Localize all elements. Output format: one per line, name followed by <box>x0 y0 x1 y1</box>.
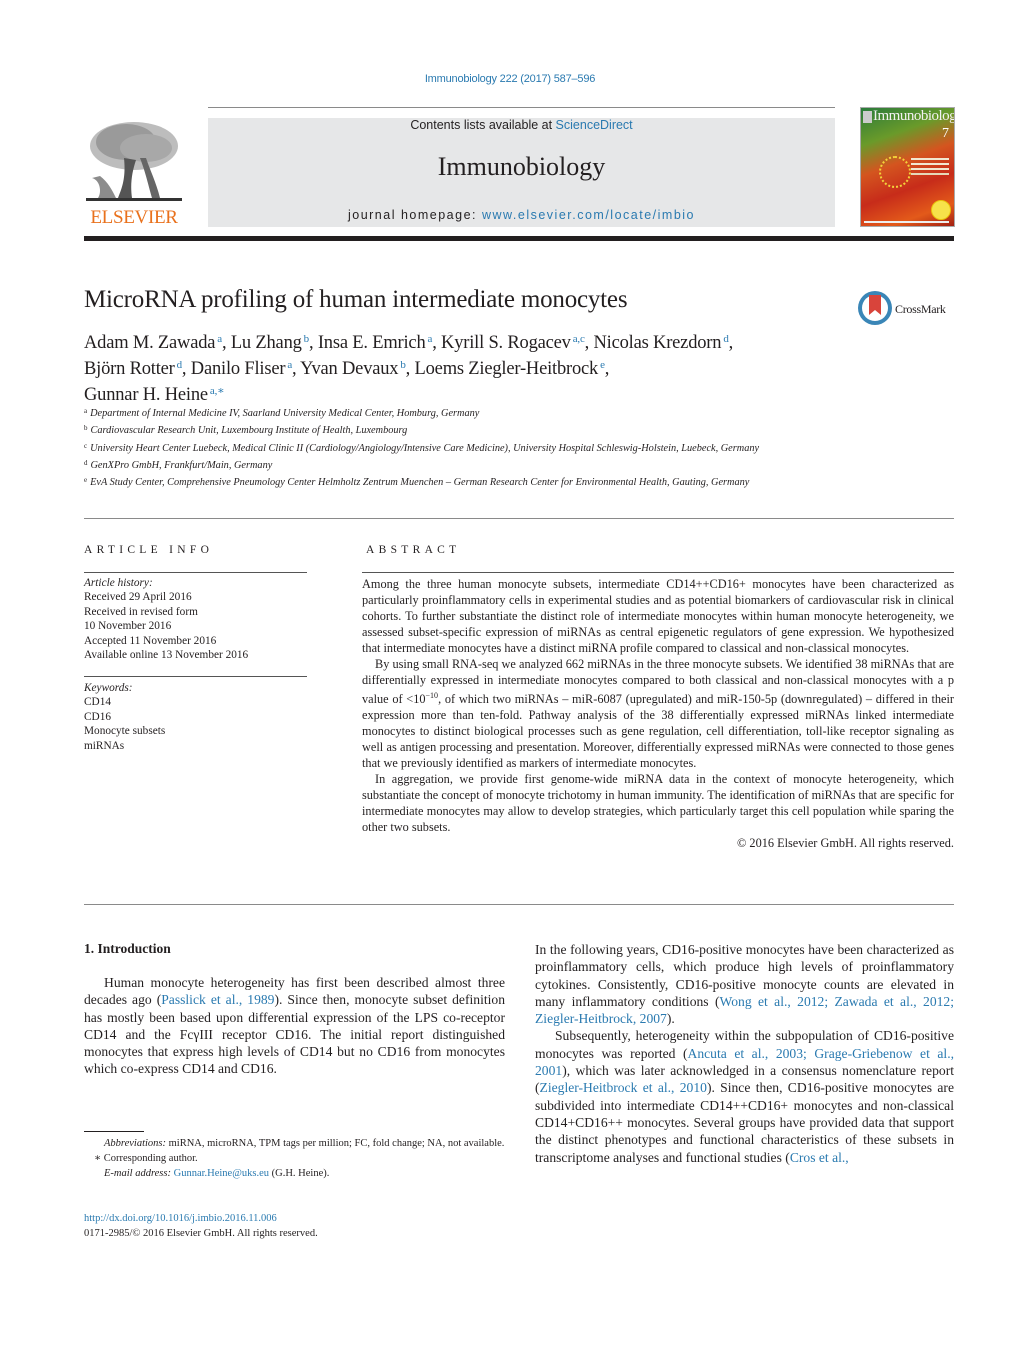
affiliation-marker[interactable]: b <box>304 333 310 345</box>
journal-homepage-link[interactable]: www.elsevier.com/locate/imbio <box>482 208 695 222</box>
homepage-prefix: journal homepage: <box>347 208 482 222</box>
elsevier-logo[interactable]: ELSEVIER <box>84 115 184 228</box>
affiliation-marker[interactable]: a,∗ <box>210 385 225 397</box>
author-name: Nicolas Krezdorn <box>593 333 722 353</box>
reference-link[interactable]: Ziegler-Heitbrock et al., 2010 <box>540 1080 707 1095</box>
abstract-body: Among the three human monocyte subsets, … <box>362 576 954 851</box>
cover-badge-icon <box>931 200 951 220</box>
cover-text-lines <box>911 158 949 160</box>
abstract-copyright: © 2016 Elsevier GmbH. All rights reserve… <box>737 836 954 851</box>
header-rule <box>208 107 835 108</box>
history-item: 10 November 2016 <box>84 620 172 633</box>
affiliation-marker[interactable]: a,c <box>573 333 585 345</box>
journal-citation[interactable]: Immunobiology 222 (2017) 587–596 <box>0 73 1020 85</box>
affiliation-item: a Department of Internal Medicine IV, Saa… <box>84 407 480 419</box>
keyword: CD16 <box>84 710 111 723</box>
keywords-label: Keywords: <box>84 682 133 694</box>
elsevier-tree-icon <box>86 118 182 206</box>
introduction-heading: 1. Introduction <box>84 941 171 956</box>
body-paragraph: In the following years, CD16-positive mo… <box>535 942 955 1027</box>
author-name: Björn Rotter <box>84 359 175 379</box>
reference-link[interactable]: Passlick et al., 1989 <box>161 992 274 1007</box>
affiliation-marker[interactable]: a <box>428 333 433 345</box>
issn-line: 0171-2985/© 2016 Elsevier GmbH. All righ… <box>84 1228 318 1239</box>
author-name: Lu Zhang <box>230 333 302 353</box>
sciencedirect-link[interactable]: ScienceDirect <box>556 118 633 132</box>
body-column-left: 1. Introduction Human monocyte heterogen… <box>84 941 505 1078</box>
abstract-rule <box>362 572 954 573</box>
abstract-paragraph: In aggregation, we provide first genome-… <box>362 772 954 835</box>
journal-name: Immunobiology <box>437 152 606 181</box>
abbreviations-footnote: Abbreviations: miRNA, microRNA, TPM tags… <box>104 1138 505 1149</box>
author-name: Danilo Fliser <box>190 359 286 379</box>
article-history-label: Article history: <box>84 577 153 589</box>
author-name: Loems Ziegler-Heitbrock <box>414 359 599 379</box>
affiliation-marker[interactable]: a <box>217 333 222 345</box>
keyword: CD14 <box>84 696 111 709</box>
history-item: Received 29 April 2016 <box>84 591 192 604</box>
cover-publisher-mark <box>863 111 872 123</box>
journal-cover-thumbnail[interactable]: Immunobiology 7 <box>860 107 955 227</box>
history-item: Received in revised form <box>84 605 198 618</box>
abstract-paragraph: By using small RNA-seq we analyzed 662 m… <box>362 657 954 771</box>
keyword: miRNAs <box>84 739 125 752</box>
author-name: Adam M. Zawada <box>84 333 216 353</box>
crossmark-icon <box>858 291 892 325</box>
journal-homepage-line: journal homepage: www.elsevier.com/locat… <box>208 208 835 222</box>
history-item: Accepted 11 November 2016 <box>84 634 217 647</box>
exponent: −10 <box>425 691 439 700</box>
header-thick-rule <box>84 236 954 241</box>
contents-available-line: Contents lists available at ScienceDirec… <box>208 118 835 132</box>
cover-issue-number: 7 <box>942 126 949 141</box>
keywords: Keywords: CD14 CD16 Monocyte subsets miR… <box>84 681 314 753</box>
doi-link[interactable]: http://dx.doi.org/10.1016/j.imbio.2016.1… <box>84 1213 277 1224</box>
author-name: Gunnar H. Heine <box>84 385 208 405</box>
article-info-rule <box>84 572 307 573</box>
author-list: Adam M. Zawada a, Lu Zhang b, Insa E. Emri… <box>84 333 734 405</box>
doi-block: http://dx.doi.org/10.1016/j.imbio.2016.1… <box>84 1211 505 1241</box>
cover-illustration <box>879 156 911 188</box>
cover-title: Immunobiology <box>873 108 955 124</box>
email-link[interactable]: Gunnar.Heine@uks.eu <box>174 1168 269 1179</box>
footnote-rule <box>84 1131 144 1132</box>
corresponding-author-footnote: ∗ Corresponding author. <box>94 1153 198 1164</box>
abstract-paragraph: Among the three human monocyte subsets, … <box>362 577 954 655</box>
abstract-heading: ABSTRACT <box>366 544 461 556</box>
crossmark-label: CrossMark <box>895 302 946 316</box>
article-history: Article history: Received 29 April 2016 … <box>84 576 314 662</box>
article-title: MicroRNA profiling of human intermediate… <box>84 286 628 313</box>
crossmark-button[interactable]: CrossMark <box>858 291 954 329</box>
affiliations: a Department of Internal Medicine IV, Saa… <box>84 404 824 490</box>
affiliation-item: c University Heart Center Luebeck, Medica… <box>84 441 760 454</box>
cover-footer <box>864 221 949 223</box>
affiliation-marker[interactable]: d <box>723 333 729 345</box>
affiliation-marker[interactable]: b <box>400 359 406 371</box>
section-divider <box>84 518 954 519</box>
keywords-rule <box>84 676 307 677</box>
body-divider <box>84 904 954 905</box>
elsevier-wordmark: ELSEVIER <box>90 207 178 228</box>
history-item: Available online 13 November 2016 <box>84 649 249 662</box>
author-name: Kyrill S. Rogacev <box>441 333 571 353</box>
body-paragraph: Human monocyte heterogeneity has first b… <box>84 975 505 1077</box>
email-footnote: E-mail address: Gunnar.Heine@uks.eu (G.H… <box>104 1168 330 1179</box>
author-name: Yvan Devaux <box>300 359 399 379</box>
body-column-right: In the following years, CD16-positive mo… <box>535 941 954 1166</box>
body-paragraph: Subsequently, heterogeneity within the s… <box>535 1028 955 1165</box>
affiliation-marker[interactable]: e <box>600 359 605 371</box>
article-info-heading: ARTICLE INFO <box>84 544 214 556</box>
affiliation-marker[interactable]: d <box>177 359 183 371</box>
reference-link[interactable]: Cros et al., <box>790 1150 849 1165</box>
affiliation-item: d GenXPro GmbH, Frankfurt/Main, Germany <box>84 458 273 471</box>
footnotes: Abbreviations: miRNA, microRNA, TPM tags… <box>84 1136 505 1181</box>
contents-prefix: Contents lists available at <box>410 118 556 132</box>
keyword: Monocyte subsets <box>84 725 166 738</box>
affiliation-item: b Cardiovascular Research Unit, Luxembour… <box>84 424 408 437</box>
affiliation-item: e EvA Study Center, Comprehensive Pneumol… <box>84 476 750 489</box>
affiliation-marker[interactable]: a <box>287 359 292 371</box>
author-name: Insa E. Emrich <box>317 333 426 353</box>
